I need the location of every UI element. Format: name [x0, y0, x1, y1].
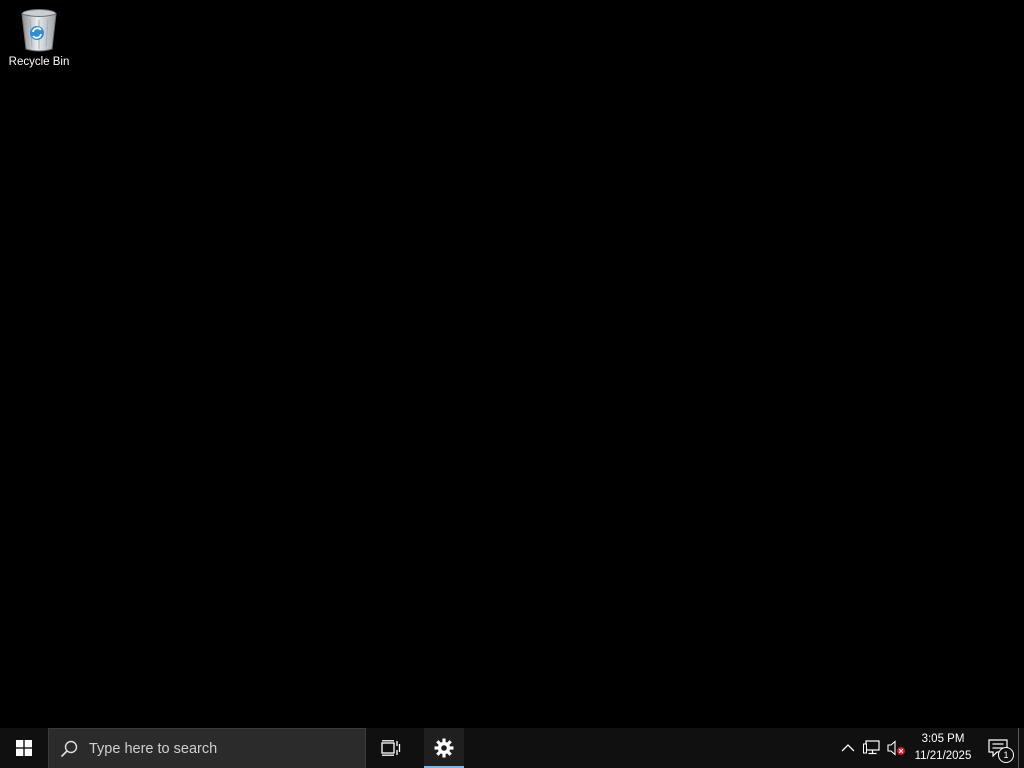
volume-button[interactable] [884, 728, 908, 768]
clock-time: 3:05 PM [921, 733, 965, 745]
task-view-icon [381, 740, 401, 756]
search-placeholder: Type here to search [89, 740, 218, 757]
show-hidden-icons-button[interactable] [836, 728, 860, 768]
network-button[interactable] [860, 728, 884, 768]
taskbar: Type here to search 3:05 PM 11/21/2025 1 [0, 728, 1024, 768]
windows-logo-icon [16, 740, 32, 756]
gear-icon [434, 738, 454, 758]
chevron-up-icon [841, 744, 855, 752]
system-tray: 3:05 PM 11/21/2025 1 [836, 728, 1024, 768]
start-button[interactable] [0, 728, 48, 768]
taskbar-clock[interactable]: 3:05 PM 11/21/2025 [908, 728, 978, 768]
show-desktop-button[interactable] [1018, 728, 1024, 768]
recycle-bin-icon [17, 6, 61, 54]
search-icon [59, 739, 79, 759]
desktop-icon-recycle-bin[interactable]: Recycle Bin [4, 6, 74, 76]
volume-muted-icon [887, 740, 905, 756]
clock-date: 11/21/2025 [914, 750, 972, 762]
task-view-button[interactable] [368, 728, 414, 768]
desktop-icon-label: Recycle Bin [8, 56, 70, 68]
search-input[interactable]: Type here to search [48, 728, 366, 768]
taskbar-empty-space[interactable] [464, 728, 836, 768]
taskbar-app-settings[interactable] [424, 728, 464, 768]
notification-count-badge: 1 [998, 747, 1014, 763]
action-center-button[interactable]: 1 [978, 728, 1018, 768]
desktop[interactable]: Recycle Bin [0, 0, 1024, 728]
network-icon [863, 740, 880, 755]
